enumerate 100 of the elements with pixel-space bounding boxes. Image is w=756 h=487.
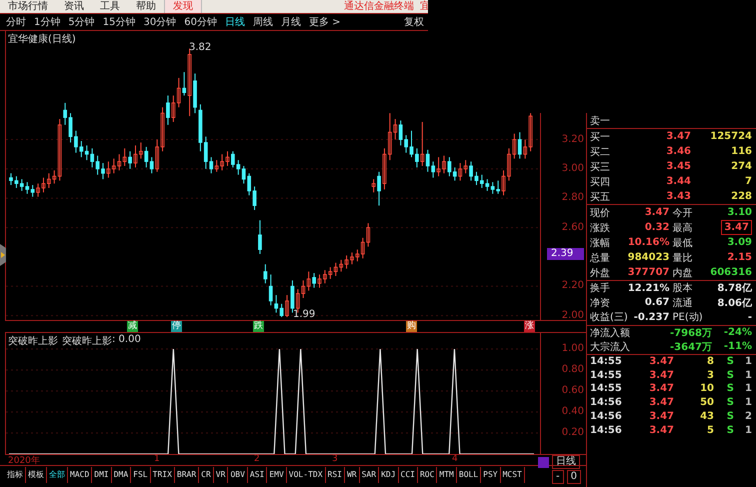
indicator-tab[interactable]: RSI (326, 466, 345, 482)
tick-volume: 5 (706, 424, 714, 436)
tick-volume: 50 (699, 397, 714, 408)
candlestick (166, 95, 170, 126)
quote-label: 总量 (590, 252, 610, 264)
indicator-tab[interactable]: CCI (398, 466, 418, 482)
period-tab[interactable]: 周线 (252, 15, 273, 29)
menu-item[interactable]: 市场行情 (0, 0, 56, 13)
indicator-tab[interactable]: MCST (500, 466, 525, 482)
bid-price: 3.46 (665, 146, 691, 157)
period-tab[interactable]: 60分钟 (184, 15, 217, 29)
tick-volume: 3 (706, 370, 714, 381)
candlestick (420, 121, 424, 166)
candlestick (312, 272, 316, 288)
period-tab[interactable]: 日线 (224, 15, 245, 29)
quote-value: 2.15 (727, 252, 752, 263)
indicator-tab[interactable]: VOL-TDX (286, 466, 326, 482)
axis-label: 2.80 (562, 192, 584, 204)
period-tab[interactable]: 30分钟 (143, 15, 176, 29)
tick-count: 1 (744, 356, 752, 367)
candlestick (117, 154, 122, 171)
adjust-button[interactable]: 复权 (404, 15, 428, 29)
indicator-tab[interactable]: PSY (481, 466, 501, 482)
tick-price: 3.47 (648, 383, 674, 394)
quote-label: 今开 (672, 206, 692, 220)
signal-marker: 停 (171, 321, 182, 332)
period-tab[interactable]: 5分钟 (68, 15, 95, 29)
flow-amount: -7968万 (669, 326, 712, 340)
flow-percent: -24% (722, 327, 752, 338)
candlestick (150, 156, 154, 174)
period-tab[interactable]: 更多 > (308, 15, 341, 29)
indicator-tab[interactable]: VR (214, 466, 228, 482)
axis-label: 2.60 (562, 222, 584, 234)
indicator-tab[interactable]: KDJ (379, 466, 399, 482)
indicator-tab[interactable]: WR (344, 466, 360, 482)
candlestick (144, 146, 148, 168)
zoom-button[interactable]: - (552, 470, 564, 484)
quote-value: 984023 (628, 252, 670, 263)
low-price-label: 1.99 (293, 309, 316, 320)
period-tab[interactable]: 15分钟 (102, 15, 136, 29)
indicator-tab[interactable]: SAR (360, 466, 380, 482)
flow-label: 净流入额 (590, 326, 631, 340)
indicator-tab[interactable]: 指标 (5, 466, 26, 482)
period-tab[interactable]: 分时 (6, 15, 26, 29)
tick-side: S (726, 397, 734, 408)
axis-label: 3.00 (562, 162, 584, 175)
menu-item[interactable]: 帮助 (128, 0, 164, 13)
indicator-tab[interactable]: TRIX (150, 466, 175, 482)
menu-item[interactable]: 发现 (164, 0, 202, 13)
date-label: 3 (332, 454, 338, 464)
quote-value: 3.47 (644, 207, 670, 218)
zoom-button[interactable]: 0 (566, 470, 581, 484)
indicator-tab[interactable]: MTM (437, 466, 457, 482)
axis-label: 0.20 (562, 427, 584, 439)
candlestick (306, 271, 311, 292)
tick-volume: 8 (706, 356, 714, 367)
indicator-tab[interactable]: BRAR (174, 466, 200, 482)
quote-label: 量比 (672, 252, 692, 264)
candlestick (209, 156, 214, 174)
indicator-tab[interactable]: FSL (131, 466, 151, 482)
tick-side: S (726, 370, 734, 381)
indicator-tab[interactable]: OBV (228, 466, 248, 482)
tick-volume: 10 (699, 383, 714, 394)
candlestick (285, 294, 289, 318)
indicator-tab[interactable]: MACD (68, 466, 92, 482)
quote-label: 最低 (672, 236, 692, 250)
indicator-value: : 0.00 (112, 334, 141, 347)
indicator-tab[interactable]: BOLL (456, 466, 482, 482)
quote-label: 净资 (590, 296, 610, 310)
indicator-tab[interactable]: ASI (248, 466, 268, 482)
axis-label: 2.20 (562, 280, 584, 292)
candlestick (58, 118, 62, 182)
period-tab[interactable]: 月线 (280, 15, 301, 29)
period-tab[interactable]: 1分钟 (34, 15, 60, 29)
side-arrow-icon[interactable] (0, 244, 8, 266)
tick-volume: 43 (699, 411, 714, 422)
bid-price: 3.45 (665, 161, 691, 172)
bid-label: 买四 (590, 176, 611, 188)
tick-count: 1 (744, 397, 752, 408)
bid-volume: 116 (730, 146, 752, 157)
indicator-tab[interactable]: EMV (267, 466, 287, 482)
menu-item[interactable]: 资讯 (56, 0, 92, 13)
tick-price: 3.47 (648, 356, 674, 367)
indicator-tab[interactable]: 全部 (47, 466, 68, 482)
tick-price: 3.47 (648, 411, 674, 422)
indicator-tab[interactable]: ROC (418, 466, 438, 482)
bid-volume: 125724 (709, 131, 752, 142)
indicator-tab[interactable]: DMI (92, 466, 112, 482)
bid-label: 买三 (590, 160, 611, 174)
indicator-tab[interactable]: CR (199, 466, 214, 482)
period-label[interactable]: 日线 (552, 455, 580, 469)
bid-label: 买二 (590, 146, 611, 158)
flow-percent: -11% (722, 341, 752, 352)
quote-label: 流通 (672, 296, 692, 310)
tick-time: 14:55 (590, 370, 623, 381)
indicator-tab[interactable]: DMA (112, 466, 132, 482)
candlestick (263, 264, 268, 284)
bid-label: 买一 (590, 130, 611, 144)
indicator-tab[interactable]: 模板 (26, 466, 47, 482)
menu-item[interactable]: 工具 (92, 0, 128, 13)
